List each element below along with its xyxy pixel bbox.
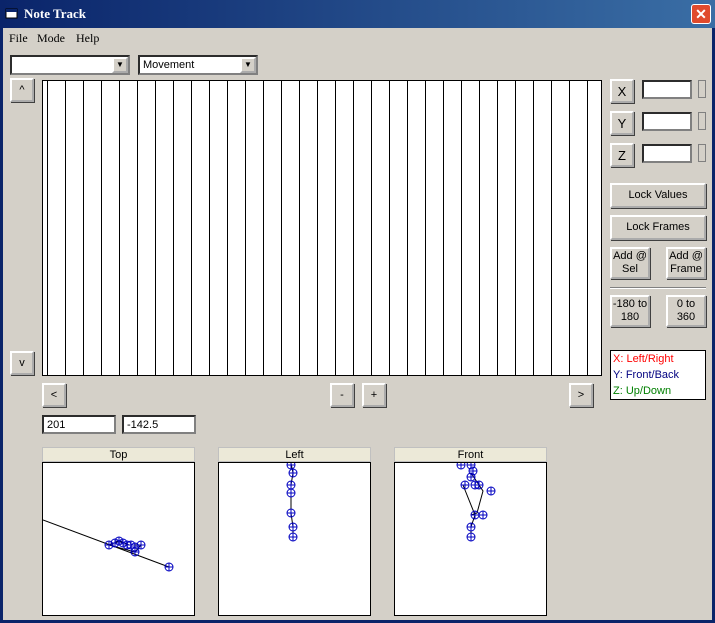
add-at-sel-line1: Add @ xyxy=(613,250,647,262)
track-select[interactable]: ▼ xyxy=(10,55,130,75)
top-view-header: Top xyxy=(42,447,195,462)
y-axis-button[interactable]: Y xyxy=(610,111,634,135)
window-title: Note Track xyxy=(24,6,86,21)
axis-legend: X: Left/Right Y: Front/Back Z: Up/Down xyxy=(610,350,706,400)
lock-values-button[interactable]: Lock Values xyxy=(610,183,706,208)
left-view-canvas xyxy=(286,460,298,542)
joint-marker[interactable] xyxy=(136,540,146,550)
joint-marker[interactable] xyxy=(286,480,296,490)
joint-marker[interactable] xyxy=(466,522,476,532)
scroll-down-button[interactable]: v xyxy=(10,351,34,375)
add-at-sel-button[interactable]: Add @ Sel xyxy=(610,247,650,279)
joint-marker[interactable] xyxy=(456,460,466,470)
range-180-button[interactable]: -180 to 180 xyxy=(610,295,650,327)
note-track-grid[interactable] xyxy=(42,80,602,376)
joint-marker[interactable] xyxy=(460,480,470,490)
front-view-header: Front xyxy=(394,447,547,462)
mode-select[interactable]: Movement ▼ xyxy=(138,55,258,75)
menu-help[interactable]: Help xyxy=(76,31,99,46)
left-view-panel[interactable] xyxy=(218,460,371,616)
joint-marker[interactable] xyxy=(288,532,298,542)
range-360-button[interactable]: 0 to 360 xyxy=(666,295,706,327)
joint-marker[interactable] xyxy=(486,486,496,496)
scroll-right-button[interactable]: > xyxy=(569,383,593,407)
range-180-line2: 180 xyxy=(620,311,640,323)
divider xyxy=(610,287,706,289)
z-slider[interactable] xyxy=(698,144,706,162)
joint-marker[interactable] xyxy=(466,472,476,482)
joint-marker[interactable] xyxy=(286,460,296,470)
chevron-down-icon[interactable]: ▼ xyxy=(112,57,128,73)
joint-marker[interactable] xyxy=(164,562,174,572)
joint-marker[interactable] xyxy=(478,510,488,520)
scroll-left-button[interactable]: < xyxy=(42,383,66,407)
z-axis-button[interactable]: Z xyxy=(610,143,634,167)
lock-frames-button[interactable]: Lock Frames xyxy=(610,215,706,240)
joint-marker[interactable] xyxy=(466,532,476,542)
x-value-field[interactable] xyxy=(642,80,692,99)
close-icon[interactable]: ✕ xyxy=(691,4,711,24)
joint-marker[interactable] xyxy=(474,480,484,490)
range-360-line2: 360 xyxy=(676,311,696,323)
joint-marker[interactable] xyxy=(288,468,298,478)
front-view-canvas xyxy=(456,460,496,542)
joint-marker[interactable] xyxy=(286,508,296,518)
frame-field[interactable]: 201 xyxy=(42,415,116,434)
range-180-line1: -180 to xyxy=(612,298,648,310)
app-icon xyxy=(5,8,18,19)
front-view-panel[interactable] xyxy=(394,460,547,616)
top-view-panel[interactable] xyxy=(42,462,195,616)
x-slider[interactable] xyxy=(698,80,706,98)
add-at-frame-line1: Add @ xyxy=(669,250,703,262)
add-at-frame-button[interactable]: Add @ Frame xyxy=(666,247,706,279)
mode-select-value: Movement xyxy=(143,59,195,71)
legend-y: Y: Front/Back xyxy=(613,369,680,381)
value-field[interactable]: -142.5 xyxy=(122,415,196,434)
left-view-header: Left xyxy=(218,447,371,462)
chevron-down-icon[interactable]: ▼ xyxy=(240,57,256,73)
title-bar xyxy=(0,0,715,28)
legend-z: Z: Up/Down xyxy=(613,385,672,397)
y-value-field[interactable] xyxy=(642,112,692,131)
add-at-frame-line2: Frame xyxy=(670,263,702,275)
legend-x: X: Left/Right xyxy=(613,353,674,365)
y-slider[interactable] xyxy=(698,112,706,130)
z-value-field[interactable] xyxy=(642,144,692,163)
joint-marker[interactable] xyxy=(288,522,298,532)
range-360-line1: 0 to xyxy=(676,298,696,310)
zoom-in-button[interactable]: + xyxy=(362,383,386,407)
x-axis-button[interactable]: X xyxy=(610,79,634,103)
menu-mode[interactable]: Mode xyxy=(37,31,65,46)
joint-marker[interactable] xyxy=(130,547,140,557)
scroll-up-button[interactable]: ^ xyxy=(10,78,34,102)
zoom-out-button[interactable]: - xyxy=(330,383,354,407)
add-at-sel-line2: Sel xyxy=(622,263,638,275)
joint-marker[interactable] xyxy=(286,488,296,498)
top-view-canvas xyxy=(42,519,174,572)
joint-marker[interactable] xyxy=(470,510,480,520)
menu-file[interactable]: File xyxy=(9,31,28,46)
